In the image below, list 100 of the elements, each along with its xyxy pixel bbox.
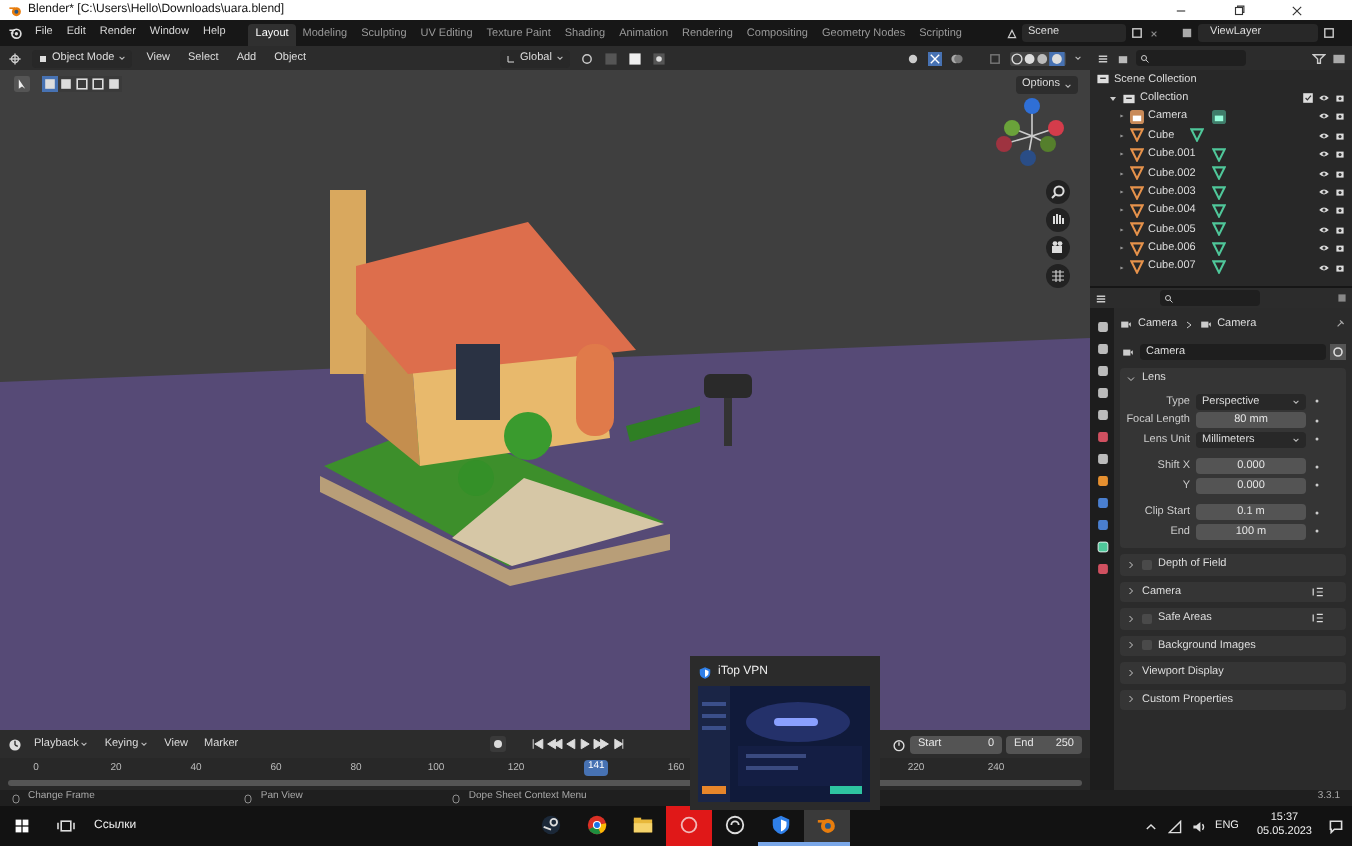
- eye-icon[interactable]: [1318, 204, 1330, 217]
- eye-icon[interactable]: [1318, 110, 1330, 123]
- options-icon[interactable]: [1336, 292, 1348, 304]
- editor-type-icon[interactable]: [8, 51, 22, 65]
- camera-data-icon[interactable]: [1211, 109, 1226, 124]
- close-icon[interactable]: [1148, 27, 1160, 39]
- collection-icon: [1096, 72, 1110, 87]
- settings-icon[interactable]: [1330, 344, 1346, 360]
- chevron-down-icon[interactable]: [1126, 373, 1136, 384]
- keyframe-dot-icon[interactable]: [1312, 480, 1322, 491]
- camera-data-icon[interactable]: [1120, 346, 1136, 358]
- camera-icon[interactable]: [1334, 167, 1346, 180]
- pivot-icon[interactable]: [579, 51, 594, 65]
- camera-icon[interactable]: [1334, 92, 1346, 105]
- visibility-icon[interactable]: [906, 51, 920, 65]
- keyframe-dot-icon[interactable]: [1312, 461, 1322, 472]
- camera-icon[interactable]: [1334, 186, 1346, 199]
- chevron-right-icon[interactable]: [1126, 586, 1136, 597]
- eye-icon[interactable]: [1318, 167, 1330, 180]
- app-icon: [816, 813, 838, 835]
- cube-icon: [38, 53, 48, 63]
- pin-icon[interactable]: [1334, 318, 1346, 330]
- chevron-right-icon[interactable]: [1126, 613, 1136, 624]
- camera-object-icon: [1120, 318, 1132, 330]
- copy-icon[interactable]: [1322, 26, 1336, 40]
- eye-icon[interactable]: [1318, 186, 1330, 199]
- caret-icon: [555, 54, 564, 62]
- windows-start-icon[interactable]: [14, 818, 30, 834]
- caret-icon: [1064, 81, 1072, 89]
- editor-type-icon[interactable]: [1094, 291, 1108, 305]
- network-icon[interactable]: [1167, 819, 1182, 833]
- maximize-icon[interactable]: [1232, 3, 1246, 17]
- caret-icon: [1074, 54, 1082, 62]
- falloff-icon[interactable]: [651, 51, 666, 65]
- select-mode-buttons-icon[interactable]: [42, 76, 122, 92]
- new-collection-icon[interactable]: [1332, 51, 1346, 65]
- chevron-right-icon[interactable]: [1126, 694, 1136, 705]
- overlay-icon[interactable]: [950, 51, 964, 65]
- close-icon[interactable]: [1290, 3, 1304, 17]
- notification-icon[interactable]: [1328, 818, 1344, 834]
- search-field[interactable]: [1136, 50, 1246, 66]
- layers-icon[interactable]: [1180, 26, 1194, 40]
- chevron-up-icon[interactable]: [1143, 819, 1158, 833]
- xray-icon[interactable]: [988, 51, 1002, 65]
- filter-icon[interactable]: [1312, 51, 1326, 65]
- grid-icon[interactable]: [1046, 264, 1070, 288]
- speaker-icon[interactable]: [1191, 819, 1206, 833]
- presets-list-icon[interactable]: [1312, 585, 1324, 598]
- scene-icon[interactable]: [1006, 27, 1018, 39]
- keyframe-dot-icon[interactable]: [1312, 396, 1322, 407]
- collection-icon: [1122, 91, 1136, 106]
- camera-icon[interactable]: [1334, 110, 1346, 123]
- camera-icon[interactable]: [1334, 129, 1346, 142]
- hand-icon[interactable]: [1046, 208, 1070, 232]
- eye-icon[interactable]: [1318, 92, 1330, 105]
- select-tool-icon[interactable]: [14, 76, 30, 92]
- chevron-right-icon[interactable]: [1126, 559, 1136, 570]
- gizmo-toggle-icon[interactable]: [928, 51, 942, 65]
- eye-icon[interactable]: [1318, 223, 1330, 236]
- taskbar-app[interactable]: [666, 806, 712, 846]
- record-button-icon[interactable]: [490, 736, 507, 752]
- filter-icon[interactable]: [1116, 51, 1130, 65]
- presets-list-icon[interactable]: [1312, 612, 1324, 625]
- eye-icon[interactable]: [1318, 129, 1330, 142]
- chevron-right-icon: [1183, 319, 1194, 329]
- eye-icon[interactable]: [1318, 261, 1330, 274]
- blender-logo-icon[interactable]: [8, 26, 22, 40]
- camera-object-icon: [1130, 109, 1144, 124]
- task-view-icon[interactable]: [56, 818, 76, 834]
- shading-buttons-icon[interactable]: [1010, 51, 1066, 65]
- keyframe-dot-icon[interactable]: [1312, 434, 1322, 445]
- camera-icon[interactable]: [1334, 148, 1346, 161]
- zoom-icon[interactable]: [1046, 180, 1070, 204]
- search-icon: [1140, 53, 1150, 63]
- chevron-right-icon[interactable]: [1126, 667, 1136, 678]
- caret-icon: [118, 54, 127, 62]
- eye-icon[interactable]: [1318, 148, 1330, 161]
- keyframe-dot-icon[interactable]: [1312, 526, 1322, 537]
- taskbar-app[interactable]: [804, 806, 850, 846]
- camera-data-icon: [1199, 318, 1212, 330]
- keyframe-dot-icon[interactable]: [1312, 507, 1322, 518]
- app-icon: [632, 813, 654, 835]
- eye-icon[interactable]: [1318, 242, 1330, 255]
- chevron-right-icon[interactable]: [1126, 640, 1136, 651]
- app-icon: [540, 813, 562, 835]
- stopwatch-icon[interactable]: [892, 737, 906, 751]
- mouse-icon: [452, 793, 461, 803]
- clock-icon[interactable]: [8, 737, 22, 751]
- checkbox-icon[interactable]: [1302, 92, 1314, 105]
- camera-icon[interactable]: [1334, 204, 1346, 217]
- display-mode-icon[interactable]: [1096, 51, 1110, 65]
- copy-icon[interactable]: [1130, 26, 1144, 40]
- camera-icon[interactable]: [1046, 236, 1070, 260]
- keyframe-dot-icon[interactable]: [1312, 415, 1322, 426]
- camera-icon[interactable]: [1334, 261, 1346, 274]
- search-field[interactable]: [1160, 290, 1260, 306]
- camera-icon[interactable]: [1334, 242, 1346, 255]
- camera-icon[interactable]: [1334, 223, 1346, 236]
- expand-arrow-icon[interactable]: [1108, 93, 1118, 104]
- proportional-icon[interactable]: [627, 51, 642, 65]
